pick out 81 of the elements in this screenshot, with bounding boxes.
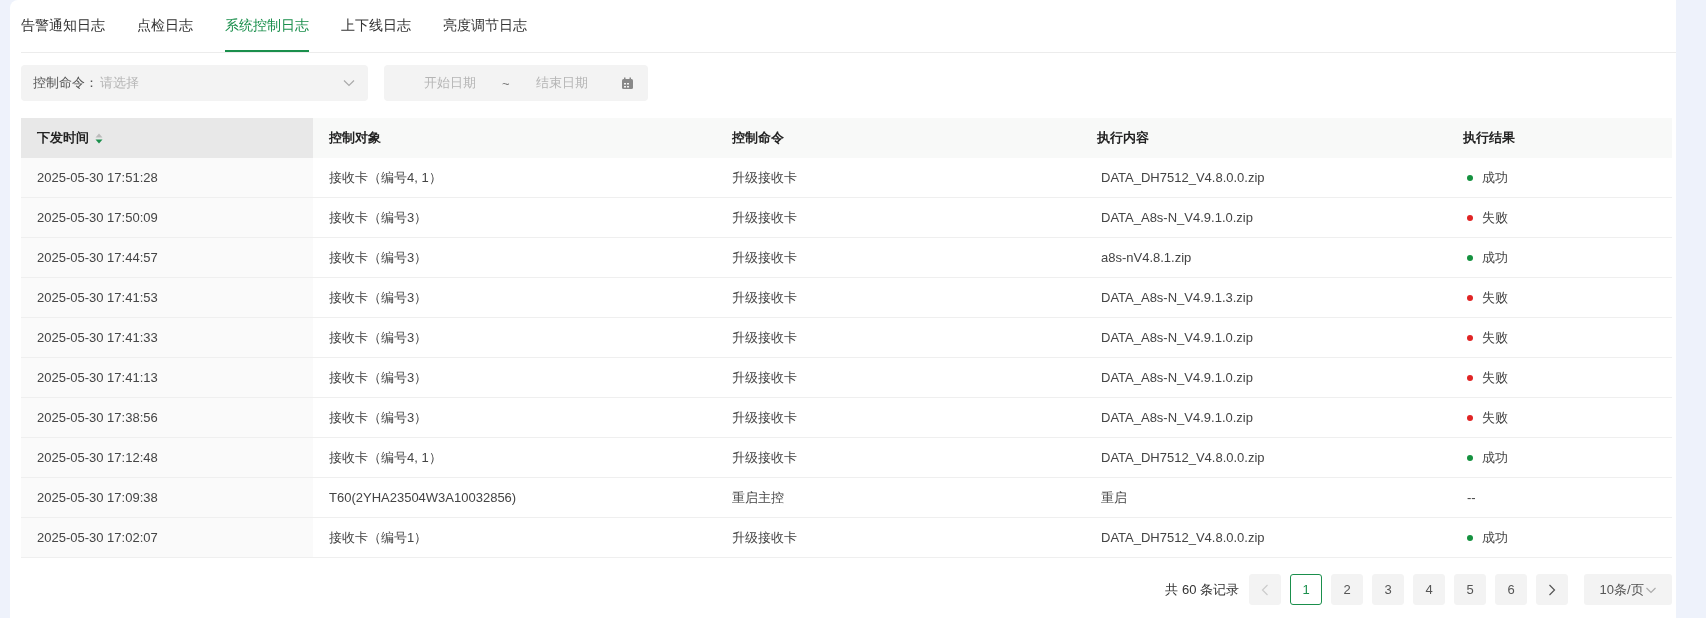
column-header-text: 控制命令 — [732, 129, 784, 147]
table-cell: 升级接收卡 — [716, 198, 1081, 238]
table-cell: 升级接收卡 — [716, 238, 1081, 278]
table-cell: DATA_A8s-N_V4.9.1.0.zip — [1081, 398, 1447, 438]
select-label: 控制命令： — [33, 74, 98, 92]
table-cell: DATA_A8s-N_V4.9.1.0.zip — [1081, 358, 1447, 398]
table-cell: DATA_A8s-N_V4.9.1.3.zip — [1081, 278, 1447, 318]
end-date-placeholder: 结束日期 — [534, 74, 589, 92]
table-cell: 2025-05-30 17:38:56 — [21, 398, 313, 438]
page-size-select[interactable]: 10条/页 — [1584, 574, 1672, 605]
page-button[interactable]: 5 — [1454, 574, 1486, 605]
column-header-text: 执行结果 — [1463, 129, 1515, 147]
range-separator: ~ — [502, 75, 510, 91]
table-cell: a8s-nV4.8.1.zip — [1081, 238, 1447, 278]
table-cell: 升级接收卡 — [716, 438, 1081, 478]
table-cell: 接收卡（编号4, 1） — [313, 438, 716, 478]
table-cell: 接收卡（编号3） — [313, 198, 716, 238]
page-button[interactable]: 3 — [1372, 574, 1404, 605]
column-header-text: 控制对象 — [329, 129, 381, 147]
status-text: 成功 — [1482, 248, 1508, 267]
chevron-right-icon — [1548, 583, 1556, 596]
page-button[interactable]: 6 — [1495, 574, 1527, 605]
table-cell: 2025-05-30 17:51:28 — [21, 158, 313, 198]
next-page-button[interactable] — [1536, 574, 1568, 605]
table-cell: 升级接收卡 — [716, 398, 1081, 438]
log-tab[interactable]: 上下线日志 — [341, 0, 411, 52]
status-text: -- — [1467, 490, 1476, 505]
table-cell: 升级接收卡 — [716, 158, 1081, 198]
page-button[interactable]: 4 — [1413, 574, 1445, 605]
log-tab[interactable]: 告警通知日志 — [21, 0, 105, 52]
table-cell: 重启 — [1081, 478, 1447, 518]
table-cell: DATA_DH7512_V4.8.0.0.zip — [1081, 158, 1447, 198]
column-header-text: 执行内容 — [1097, 129, 1149, 147]
table-cell: 升级接收卡 — [716, 518, 1081, 558]
table-cell: DATA_A8s-N_V4.9.1.0.zip — [1081, 318, 1447, 358]
table-cell: 升级接收卡 — [716, 318, 1081, 358]
table-cell: 2025-05-30 17:41:53 — [21, 278, 313, 318]
chevron-left-icon — [1261, 583, 1269, 596]
table-cell: DATA_DH7512_V4.8.0.0.zip — [1081, 438, 1447, 478]
table-cell: 接收卡（编号1） — [313, 518, 716, 558]
table-cell: 接收卡（编号3） — [313, 278, 716, 318]
table-cell: 2025-05-30 17:12:48 — [21, 438, 313, 478]
table-cell: DATA_A8s-N_V4.9.1.0.zip — [1081, 198, 1447, 238]
log-tab[interactable]: 系统控制日志 — [225, 0, 309, 52]
log-tab[interactable]: 亮度调节日志 — [443, 0, 527, 52]
table-cell: 接收卡（编号3） — [313, 238, 716, 278]
page-button[interactable]: 2 — [1331, 574, 1363, 605]
status-text: 失败 — [1482, 328, 1508, 347]
table-cell: 2025-05-30 17:44:57 — [21, 238, 313, 278]
status-text: 失败 — [1482, 208, 1508, 227]
table-cell: DATA_DH7512_V4.8.0.0.zip — [1081, 518, 1447, 558]
table-cell: 接收卡（编号3） — [313, 358, 716, 398]
table-cell: 升级接收卡 — [716, 278, 1081, 318]
table-cell: 接收卡（编号4, 1） — [313, 158, 716, 198]
status-text: 成功 — [1482, 528, 1508, 547]
table-cell: 接收卡（编号3） — [313, 318, 716, 358]
status-text: 失败 — [1482, 368, 1508, 387]
table-cell: 2025-05-30 17:50:09 — [21, 198, 313, 238]
table-cell: 升级接收卡 — [716, 358, 1081, 398]
table-cell: 2025-05-30 17:41:33 — [21, 318, 313, 358]
column-header-text: 下发时间 — [37, 129, 89, 147]
date-range-field[interactable]: 开始日期 ~ 结束日期 — [384, 65, 648, 101]
table-cell: 2025-05-30 17:41:13 — [21, 358, 313, 398]
table-cell: 接收卡（编号3） — [313, 398, 716, 438]
status-text: 失败 — [1482, 408, 1508, 427]
total-records: 共 60 条记录 — [1165, 580, 1239, 599]
table-cell: 重启主控 — [716, 478, 1081, 518]
page-size-text: 10条/页 — [1599, 580, 1644, 599]
select-placeholder: 请选择 — [100, 74, 140, 92]
calendar-icon — [621, 76, 634, 90]
command-select[interactable]: 控制命令：请选择 — [21, 65, 368, 101]
table-cell: 2025-05-30 17:09:38 — [21, 478, 313, 518]
page-button[interactable]: 1 — [1290, 574, 1322, 605]
sort-icon[interactable] — [95, 132, 103, 144]
table-cell: T60(2YHA23504W3A10032856) — [313, 478, 716, 518]
start-date-placeholder: 开始日期 — [423, 74, 477, 92]
log-tab[interactable]: 点检日志 — [137, 0, 193, 52]
status-text: 成功 — [1482, 448, 1508, 467]
status-text: 成功 — [1482, 168, 1508, 187]
status-text: 失败 — [1482, 288, 1508, 307]
table-cell: 2025-05-30 17:02:07 — [21, 518, 313, 558]
